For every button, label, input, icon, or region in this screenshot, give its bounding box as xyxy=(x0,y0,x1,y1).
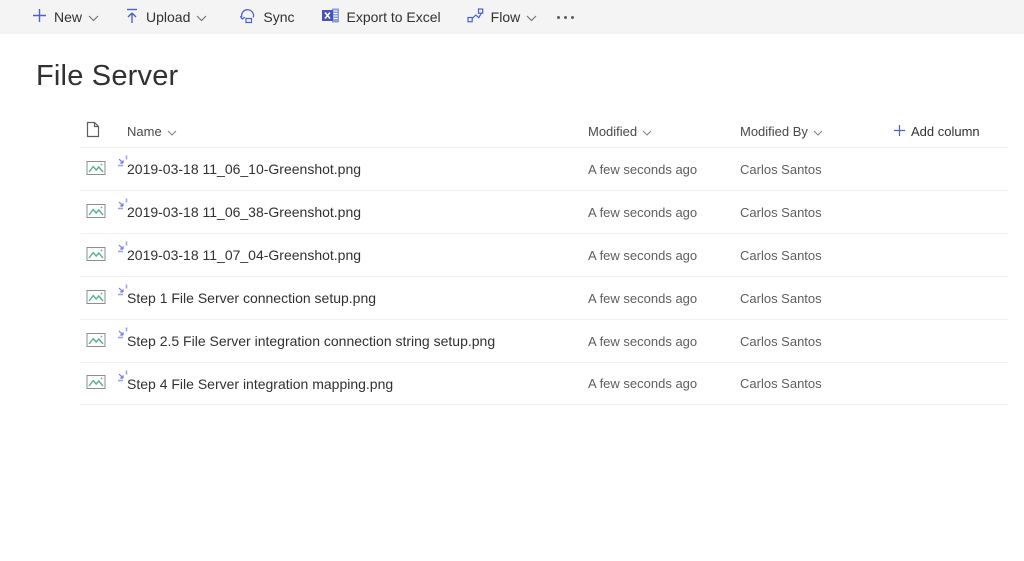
file-type-column-icon-cell xyxy=(80,121,120,141)
modified-by-value[interactable]: Carlos Santos xyxy=(740,162,888,177)
plus-icon xyxy=(894,124,905,139)
file-name[interactable]: 2019-03-18 11_06_10-Greenshot.png xyxy=(127,161,361,177)
list-rows: 2019-03-18 11_06_10-Greenshot.png A few … xyxy=(0,147,1024,405)
image-file-icon xyxy=(86,332,106,351)
upload-button-label: Upload xyxy=(146,9,190,25)
sync-button-label: Sync xyxy=(263,9,294,25)
chevron-down-icon xyxy=(167,124,177,139)
file-name-cell: 2019-03-18 11_06_10-Greenshot.png xyxy=(120,161,588,177)
chevron-down-icon xyxy=(813,124,823,139)
modified-value: A few seconds ago xyxy=(588,376,740,391)
chevron-down-icon xyxy=(88,9,99,25)
file-icon-cell xyxy=(80,246,120,265)
modified-value: A few seconds ago xyxy=(588,205,740,220)
flow-button-label: Flow xyxy=(491,9,521,25)
document-list: Name Modified Modified By xyxy=(0,115,1024,405)
column-header-modified[interactable]: Modified xyxy=(588,124,740,139)
file-row[interactable]: Step 1 File Server connection setup.png … xyxy=(80,276,1008,319)
upload-icon xyxy=(125,8,139,27)
chevron-down-icon xyxy=(642,124,652,139)
file-name[interactable]: 2019-03-18 11_06_38-Greenshot.png xyxy=(127,204,361,220)
modified-by-value[interactable]: Carlos Santos xyxy=(740,376,888,391)
excel-icon xyxy=(321,7,340,27)
image-file-icon xyxy=(86,246,106,265)
new-button[interactable]: New xyxy=(22,0,109,34)
file-row[interactable]: Step 2.5 File Server integration connect… xyxy=(80,319,1008,362)
modified-by-value[interactable]: Carlos Santos xyxy=(740,205,888,220)
command-bar: New Upload Sync xyxy=(0,0,1024,34)
plus-icon xyxy=(32,8,47,26)
export-to-excel-button[interactable]: Export to Excel xyxy=(311,0,451,34)
image-file-icon xyxy=(86,160,106,179)
new-item-glimmer-icon xyxy=(117,368,131,385)
library-content: File Server Name Modified xyxy=(0,34,1024,405)
file-icon-cell xyxy=(80,332,120,351)
file-name[interactable]: Step 1 File Server connection setup.png xyxy=(127,290,376,306)
column-header-name[interactable]: Name xyxy=(120,124,588,139)
image-file-icon xyxy=(86,289,106,308)
list-header-row: Name Modified Modified By xyxy=(80,115,1008,147)
file-name[interactable]: Step 2.5 File Server integration connect… xyxy=(127,333,495,349)
new-item-glimmer-icon xyxy=(117,196,131,213)
flow-icon xyxy=(467,8,484,26)
modified-value: A few seconds ago xyxy=(588,248,740,263)
modified-value: A few seconds ago xyxy=(588,334,740,349)
add-column-button[interactable]: Add column xyxy=(888,124,1008,139)
chevron-down-icon xyxy=(196,9,207,25)
file-name-cell: Step 2.5 File Server integration connect… xyxy=(120,333,588,349)
chevron-down-icon xyxy=(526,9,537,25)
new-item-glimmer-icon xyxy=(117,239,131,256)
new-item-glimmer-icon xyxy=(117,325,131,342)
file-row[interactable]: 2019-03-18 11_07_04-Greenshot.png A few … xyxy=(80,233,1008,276)
ellipsis-icon xyxy=(557,16,574,19)
image-file-icon xyxy=(86,203,106,222)
upload-button[interactable]: Upload xyxy=(115,0,217,34)
new-item-glimmer-icon xyxy=(117,153,131,170)
file-name[interactable]: Step 4 File Server integration mapping.p… xyxy=(127,376,393,392)
file-row[interactable]: Step 4 File Server integration mapping.p… xyxy=(80,362,1008,405)
file-name-cell: 2019-03-18 11_06_38-Greenshot.png xyxy=(120,204,588,220)
file-icon-cell xyxy=(80,160,120,179)
file-icon-cell xyxy=(80,289,120,308)
new-button-label: New xyxy=(54,9,82,25)
more-commands-button[interactable] xyxy=(547,0,584,34)
file-name-cell: Step 1 File Server connection setup.png xyxy=(120,290,588,306)
file-name-cell: 2019-03-18 11_07_04-Greenshot.png xyxy=(120,247,588,263)
file-icon-cell xyxy=(80,374,120,393)
export-to-excel-label: Export to Excel xyxy=(347,9,441,25)
sync-icon xyxy=(239,8,256,27)
file-icon-cell xyxy=(80,203,120,222)
image-file-icon xyxy=(86,374,106,393)
sync-button[interactable]: Sync xyxy=(229,0,304,34)
flow-button[interactable]: Flow xyxy=(457,0,548,34)
new-item-glimmer-icon xyxy=(117,282,131,299)
modified-by-value[interactable]: Carlos Santos xyxy=(740,291,888,306)
file-name[interactable]: 2019-03-18 11_07_04-Greenshot.png xyxy=(127,247,361,263)
column-header-modified-by[interactable]: Modified By xyxy=(740,124,888,139)
modified-value: A few seconds ago xyxy=(588,162,740,177)
page-title: File Server xyxy=(36,60,1024,93)
modified-by-value[interactable]: Carlos Santos xyxy=(740,248,888,263)
file-row[interactable]: 2019-03-18 11_06_10-Greenshot.png A few … xyxy=(80,147,1008,190)
document-icon xyxy=(86,121,100,141)
file-row[interactable]: 2019-03-18 11_06_38-Greenshot.png A few … xyxy=(80,190,1008,233)
file-name-cell: Step 4 File Server integration mapping.p… xyxy=(120,376,588,392)
modified-value: A few seconds ago xyxy=(588,291,740,306)
modified-by-value[interactable]: Carlos Santos xyxy=(740,334,888,349)
